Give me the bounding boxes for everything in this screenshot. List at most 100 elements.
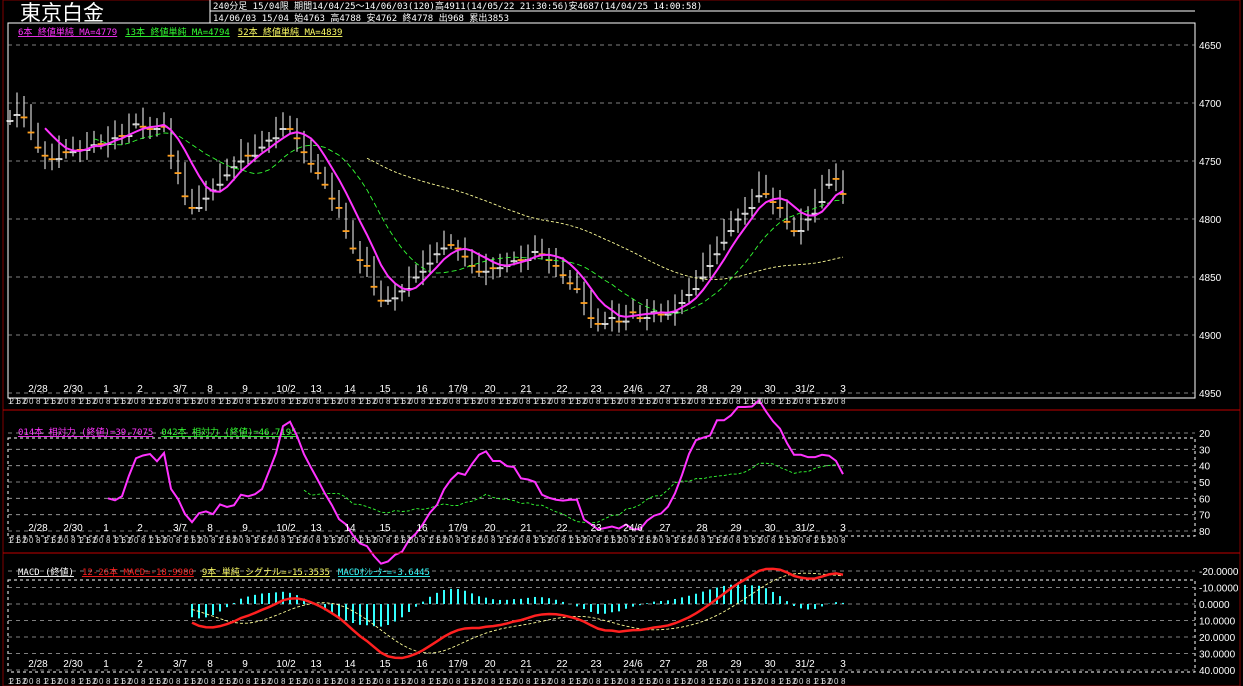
candle-body (531, 251, 539, 253)
hour-label: 20 (757, 397, 764, 406)
candle-body (398, 290, 406, 293)
hour-label: 20 (757, 677, 764, 686)
hour-label: 0 (239, 677, 244, 686)
candle-body (720, 241, 728, 244)
legend-item: MACDｵｼﾚｰﾀｰ=-3.6445 (338, 567, 430, 578)
hour-label: 20 (372, 677, 379, 686)
candle-body (195, 206, 203, 209)
hour-label: 0 (659, 397, 664, 406)
hour-label: 8 (351, 677, 356, 686)
candle-body (69, 151, 77, 154)
axis-tick-label: 4750 (1199, 157, 1222, 168)
hour-label: 0 (624, 536, 629, 545)
axis-tick-label: 80 (1199, 527, 1211, 538)
hour-label: 12 (288, 536, 295, 545)
hour-label: 8 (526, 397, 531, 406)
candle-body (419, 270, 427, 273)
hour-label: 16 (785, 397, 792, 406)
date-label: 10/2 (276, 659, 296, 670)
macd-plot[interactable] (191, 567, 844, 660)
axis-tick-label: 4950 (1199, 389, 1222, 400)
date-label: 20 (484, 384, 496, 395)
hour-label: 8 (386, 397, 391, 406)
hour-label: 20 (197, 397, 204, 406)
date-label: 14 (344, 523, 356, 534)
hour-label: 16 (715, 536, 722, 545)
candle-body (517, 259, 525, 262)
hour-label: 8 (666, 397, 671, 406)
hour-label: 16 (400, 397, 407, 406)
hour-label: 16 (190, 397, 197, 406)
hour-label: 8 (596, 536, 601, 545)
hour-label: 12 (78, 677, 85, 686)
hour-label: 16 (330, 536, 337, 545)
candle-body (48, 158, 56, 161)
hour-label: 8 (386, 536, 391, 545)
main-plot-frame[interactable] (7, 22, 1196, 399)
hour-label: 20 (827, 536, 834, 545)
candle-body (62, 151, 70, 154)
hour-label: 12 (568, 677, 575, 686)
date-label: 23 (590, 384, 602, 395)
date-label: 16 (416, 523, 428, 534)
hour-label: 8 (211, 677, 216, 686)
hour-label: 20 (687, 397, 694, 406)
hour-label: 20 (162, 677, 169, 686)
date-label: 13 (310, 384, 322, 395)
candle-body (202, 197, 210, 200)
axis-tick-label: 4900 (1199, 331, 1222, 342)
hour-label: 8 (281, 536, 286, 545)
hour-label: 0 (659, 677, 664, 686)
axis-tick-label: -20.0000 (1199, 567, 1239, 578)
date-label: 2/28 (28, 659, 48, 670)
candle-body (300, 151, 308, 154)
legend-item: MACD (終値) (18, 566, 74, 578)
hour-label: 0 (799, 677, 804, 686)
hour-label: 20 (127, 677, 134, 686)
hour-label: 0 (694, 536, 699, 545)
hour-label: 8 (526, 536, 531, 545)
hour-label: 20 (547, 397, 554, 406)
hour-label: 8 (736, 536, 741, 545)
date-label: 23 (590, 523, 602, 534)
hour-label: 20 (162, 397, 169, 406)
hour-label: 0 (554, 397, 559, 406)
axis-tick-label: 40.0000 (1199, 666, 1236, 677)
hour-label: 16 (820, 536, 827, 545)
date-label: 22 (556, 523, 568, 534)
rsi-plot-frame[interactable] (7, 437, 1196, 537)
date-label: 2/30 (63, 523, 83, 534)
hour-label: 8 (316, 397, 321, 406)
candle-body (594, 322, 602, 325)
axis-tick-label: 30 (1199, 445, 1211, 456)
hour-label: 12 (393, 677, 400, 686)
date-label: 30 (764, 659, 776, 670)
hour-label: 12 (113, 677, 120, 686)
hour-label: 12 (358, 397, 365, 406)
hour-label: 16 (820, 677, 827, 686)
hour-label: 0 (799, 536, 804, 545)
hour-label: 8 (141, 677, 146, 686)
ma-legend: 6本 終値単純 MA=4779 13本 終値単純 MA=4794 52本 終値単純 … (18, 26, 342, 38)
axis-tick-label: 4800 (1199, 215, 1222, 226)
candle-body (139, 125, 147, 128)
hour-label: 0 (589, 397, 594, 406)
hour-label: 12 (43, 397, 50, 406)
date-label: 27 (659, 523, 671, 534)
candlestick-plot[interactable] (6, 92, 847, 333)
date-label: 9 (242, 523, 248, 534)
hour-label: 12 (743, 397, 750, 406)
candle-body (440, 247, 448, 250)
date-label: 29 (730, 384, 742, 395)
hour-label: 0 (169, 677, 174, 686)
hour-label: 16 (15, 536, 22, 545)
hour-label: 16 (505, 677, 512, 686)
hour-label: 16 (50, 397, 57, 406)
hour-label: 16 (365, 536, 372, 545)
date-label: 29 (730, 523, 742, 534)
hour-label: 20 (512, 397, 519, 406)
candle-body (776, 206, 784, 209)
candle-body (636, 317, 644, 320)
hour-label: 12 (778, 397, 785, 406)
hour-label: 12 (673, 397, 680, 406)
